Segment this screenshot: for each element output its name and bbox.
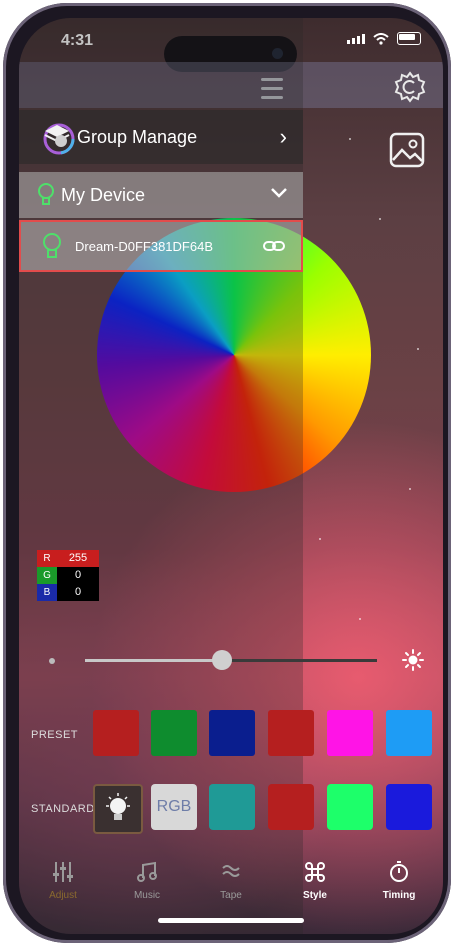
chevron-right-icon: › [279,124,287,149]
star [379,218,381,220]
standard-swatch-3[interactable] [327,784,373,830]
bulb-icon [38,183,54,205]
green-label: G [37,567,57,584]
rgb-readout: R 255 G 0 B 0 [37,550,99,601]
blue-value: 0 [57,584,99,601]
music-icon [137,861,157,882]
blue-label: B [37,584,57,601]
signal-icon [347,33,365,44]
bulb-icon [43,233,61,258]
chevron-down-icon [271,188,287,198]
phone-frame: 4:31 Group Manage › My Device Dream-D0FF… [3,3,451,943]
status-icons [347,32,421,45]
device-list-item[interactable]: Dream-D0FF381DF64B [19,220,303,272]
star [409,488,411,490]
star [349,138,351,140]
red-label: R [37,550,57,567]
preset-label: PRESET [31,729,79,741]
preset-swatch-5[interactable] [327,710,373,756]
stopwatch-icon [390,861,408,882]
battery-icon [397,32,421,45]
wifi-icon [373,32,389,45]
device-name: Dream-D0FF381DF64B [75,238,213,254]
command-icon [305,862,325,882]
standard-label: STANDARD [31,803,95,815]
tab-timing[interactable]: Timing [369,860,429,901]
my-device-row[interactable]: My Device [19,172,303,218]
image-icon[interactable] [387,130,427,170]
star [359,618,361,620]
sliders-icon [53,862,73,882]
sun-icon [402,649,424,671]
star [417,348,419,350]
tab-style-label: Style [303,890,327,901]
layers-icon [43,123,75,155]
red-row: R 255 [37,550,99,567]
preset-swatch-2[interactable] [151,710,197,756]
bulb-mode-button[interactable] [93,784,143,834]
my-device-label: My Device [61,184,146,205]
link-icon[interactable] [263,240,285,252]
standard-swatch-1[interactable] [209,784,255,830]
star [319,538,321,540]
tab-music-label: Music [133,890,161,901]
tab-adjust[interactable]: Adjust [33,860,93,901]
tab-adjust-label: Adjust [49,890,77,901]
tape-icon [222,865,240,877]
green-value: 0 [57,567,99,584]
preset-swatch-4[interactable] [268,710,314,756]
tab-tape[interactable]: Tape [201,860,261,901]
brightness-fill [85,659,223,662]
app-screen: 4:31 Group Manage › My Device Dream-D0FF… [19,18,443,934]
dim-dot-icon [49,658,55,664]
bulb-icon [106,793,130,820]
green-row: G 0 [37,567,99,584]
settings-gear-icon[interactable] [393,70,427,104]
standard-swatch-4[interactable] [386,784,432,830]
home-indicator[interactable] [158,918,304,923]
tab-style[interactable]: Style [285,860,345,901]
standard-swatch-2[interactable] [268,784,314,830]
blue-row: B 0 [37,584,99,601]
preset-swatch-6[interactable] [386,710,432,756]
preset-swatch-3[interactable] [209,710,255,756]
red-value: 255 [57,550,99,567]
group-manage-row[interactable]: Group Manage › [19,110,303,164]
tab-tape-label: Tape [220,890,242,901]
tab-music[interactable]: Music [117,860,177,901]
group-manage-label: Group Manage [77,126,198,147]
rgb-mode-button[interactable]: RGB [151,784,197,830]
preset-swatch-1[interactable] [93,710,139,756]
tab-timing-label: Timing [382,890,416,901]
